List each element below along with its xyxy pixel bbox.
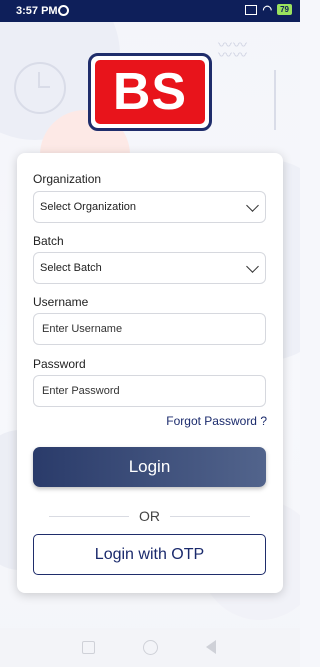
status-time: 3:57 PM: [16, 5, 58, 17]
username-placeholder: Enter Username: [42, 323, 123, 335]
square-icon[interactable]: [82, 641, 95, 654]
back-triangle-icon[interactable]: [206, 640, 216, 654]
screen-icon: [245, 4, 258, 15]
password-placeholder: Enter Password: [42, 385, 120, 397]
password-input[interactable]: Enter Password: [33, 375, 266, 407]
wifi-icon: ◠: [262, 3, 273, 16]
sync-icon: [58, 5, 69, 16]
wave-decoration-icon: 〰〰 〰〰: [218, 37, 248, 63]
batch-select[interactable]: Select Batch: [33, 252, 266, 284]
organization-select[interactable]: Select Organization: [33, 191, 266, 223]
organization-label: Organization: [33, 172, 102, 186]
chevron-down-icon: [246, 199, 259, 212]
divider-line: [170, 516, 250, 517]
or-divider: OR: [49, 508, 250, 524]
password-label: Password: [33, 357, 86, 371]
music-note-decoration-icon: [248, 70, 276, 130]
chevron-down-icon: [246, 260, 259, 273]
forgot-password-link[interactable]: Forgot Password ?: [166, 414, 267, 428]
username-label: Username: [33, 295, 89, 309]
batch-select-value: Select Batch: [40, 262, 102, 274]
organization-select-value: Select Organization: [40, 201, 136, 213]
battery-indicator: 79: [277, 4, 292, 15]
login-button[interactable]: Login: [33, 447, 266, 487]
clock-decoration-icon: [14, 62, 66, 114]
status-icons: ◠ 79: [245, 4, 292, 15]
system-nav-bar: [0, 628, 300, 667]
circle-icon[interactable]: [143, 640, 158, 655]
username-input[interactable]: Enter Username: [33, 313, 266, 345]
batch-label: Batch: [33, 234, 64, 248]
login-with-otp-button[interactable]: Login with OTP: [33, 534, 266, 575]
logo-background: BS: [95, 60, 205, 124]
app-logo: BS: [88, 53, 212, 131]
logo-text: BS: [112, 63, 188, 121]
login-card: Organization Select Organization Batch S…: [17, 153, 283, 593]
status-bar: 3:57 PM ◠ 79: [0, 0, 300, 22]
